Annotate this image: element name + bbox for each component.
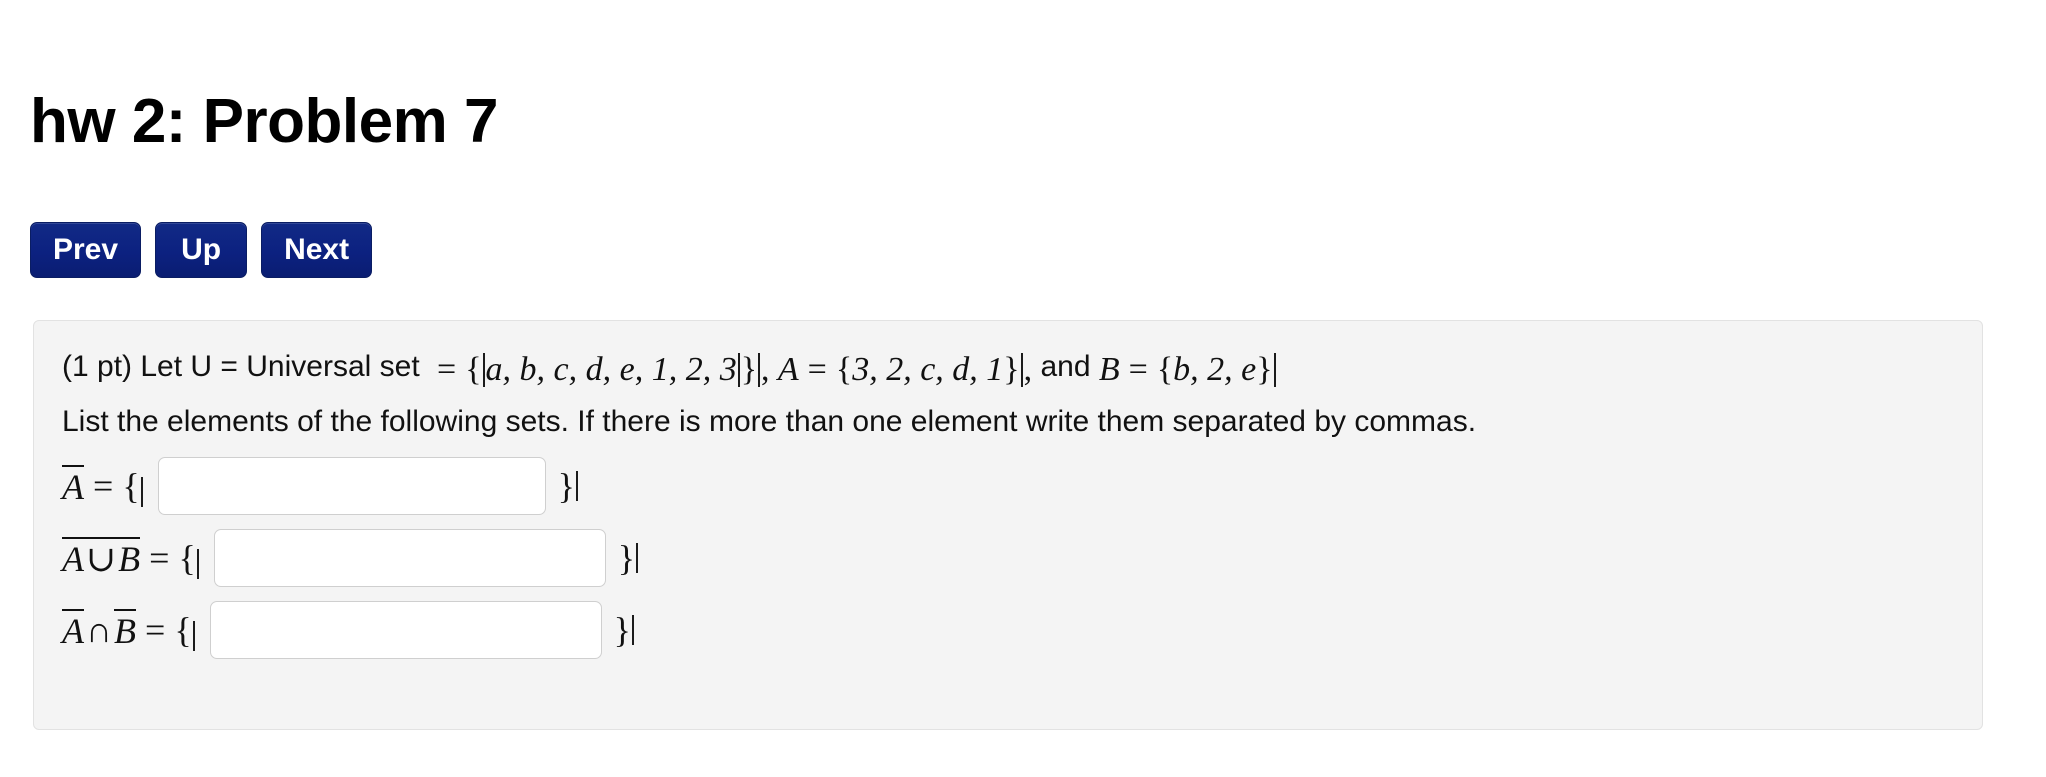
answer-1-close: } [558, 465, 579, 507]
set-b-close-brace: } [1256, 351, 1273, 388]
answer-2-equals: = [149, 538, 170, 578]
problem-statement-prefix: Let U = Universal set [140, 350, 420, 383]
answer-row-complement-a-intersect-complement-b: A ∩ B ={ } [62, 592, 1954, 668]
set-b-expression: B = {b, 2, e} [1099, 346, 1277, 394]
universal-set-close-brace: } [740, 351, 758, 388]
math-caret-bar [140, 477, 143, 507]
math-caret-bar [1273, 353, 1276, 387]
overline-a: A [62, 465, 84, 508]
answer-2-close-brace: } [617, 538, 636, 578]
set-b-name: B [1098, 351, 1120, 388]
universal-set-open-brace: { [465, 351, 482, 388]
answer-2-open-brace: { [178, 538, 196, 578]
math-caret-bar [482, 353, 485, 387]
statement-comma-1: , [761, 351, 770, 388]
answer-3-equals: = [145, 610, 166, 650]
universal-set-equals: = [437, 351, 457, 388]
answer-row-complement-a-union-b: A∪B ={ } [62, 520, 1954, 596]
set-a-equals: = [807, 351, 827, 388]
set-b-open-brace: { [1156, 351, 1174, 388]
answer-input-complement-a-intersect-complement-b[interactable] [209, 601, 602, 659]
overline-b: B [114, 609, 136, 652]
statement-comma-2: , [1023, 351, 1033, 388]
answer-2-term-b: B [118, 539, 141, 580]
math-caret-bar [758, 353, 761, 387]
overline-a-union-b: A∪B [62, 537, 141, 580]
answer-2-expression: A∪B ={ [62, 537, 200, 579]
set-b-equals: = [1128, 351, 1148, 388]
page-title: hw 2: Problem 7 [30, 86, 498, 156]
problem-instructions: List the elements of the following sets.… [62, 405, 1477, 438]
problem-panel: (1 pt) Let U = Universal set ={a, b, c, … [33, 320, 1983, 730]
answer-3-open-brace: { [174, 610, 192, 650]
answer-1-expression: A ={ [62, 465, 144, 507]
math-caret-bar [196, 549, 199, 579]
set-b-elements: b, 2, e [1173, 351, 1257, 388]
math-caret-bar [636, 543, 639, 573]
overline-a: A [62, 609, 84, 652]
answer-3-close: } [614, 609, 635, 651]
problem-statement-line: (1 pt) Let U = Universal set ={a, b, c, … [62, 343, 1954, 394]
answer-3-close-brace: } [613, 610, 631, 650]
intersection-symbol: ∩ [86, 610, 112, 650]
set-a-expression: A = {3, 2, c, d, 1} [778, 346, 1024, 394]
up-button[interactable]: Up [155, 222, 248, 278]
answer-input-complement-a-union-b[interactable] [213, 529, 606, 587]
problem-page: hw 2: Problem 7 Prev Up Next (1 pt) Let … [0, 0, 2046, 777]
set-a-close-brace: } [1003, 351, 1020, 388]
set-a-open-brace: { [835, 351, 853, 388]
answer-row-complement-a: A ={ } [62, 448, 1954, 524]
math-caret-bar [575, 471, 578, 501]
answer-1-close-brace: } [557, 466, 575, 506]
answer-3-expression: A ∩ B ={ [62, 609, 196, 651]
set-a-elements: 3, 2, c, d, 1 [852, 351, 1004, 388]
union-symbol: ∪ [86, 539, 117, 580]
answer-2-term-a: A [62, 539, 84, 580]
answer-1-open-brace: { [122, 466, 140, 506]
next-button[interactable]: Next [261, 222, 373, 278]
math-caret-bar [192, 621, 195, 651]
problem-points: (1 pt) [62, 350, 133, 383]
problem-navigation: Prev Up Next [30, 222, 373, 278]
answer-input-complement-a[interactable] [157, 457, 546, 515]
math-caret-bar [631, 615, 634, 645]
universal-set-expression: ={a, b, c, d, e, 1, 2, 3} [428, 346, 761, 394]
answer-2-close: } [618, 537, 639, 579]
set-a-name: A [777, 351, 799, 388]
statement-conjunction: and [1040, 350, 1091, 383]
math-caret-bar [737, 353, 740, 387]
universal-set-elements: a, b, c, d, e, 1, 2, 3 [485, 351, 737, 388]
math-caret-bar [1020, 353, 1023, 387]
answer-1-equals: = [93, 466, 114, 506]
prev-button[interactable]: Prev [30, 222, 142, 278]
